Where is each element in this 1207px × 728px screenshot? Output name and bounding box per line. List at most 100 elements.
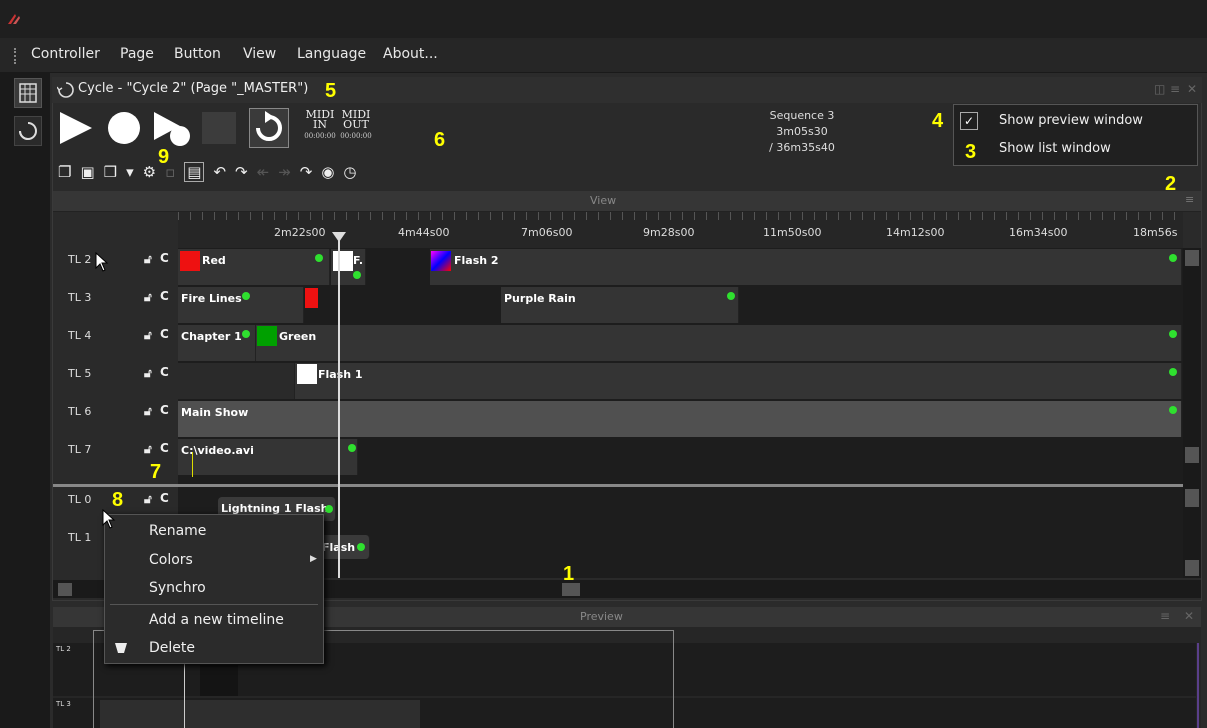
step-forward-icon[interactable]: ↠: [278, 163, 291, 181]
lock-icon[interactable]: 🔓︎: [144, 366, 152, 381]
menu-item-synchro[interactable]: Synchro: [149, 580, 206, 596]
clock-icon[interactable]: ◷: [343, 163, 356, 181]
timeline-label[interactable]: TL 4: [68, 329, 91, 342]
record-button[interactable]: [106, 110, 142, 146]
timeline-label[interactable]: TL 0: [68, 493, 91, 506]
clip-red[interactable]: [178, 249, 330, 285]
timeline-splitter[interactable]: [53, 484, 1183, 487]
paste-special-icon[interactable]: ❒: [104, 163, 117, 181]
lock-icon[interactable]: 🔓︎: [144, 442, 152, 457]
menu-icon[interactable]: ≡: [1170, 82, 1180, 96]
playhead-handle-icon[interactable]: [332, 232, 346, 244]
c-icon[interactable]: C: [160, 327, 169, 341]
preview-menu-icon[interactable]: ≡: [1160, 609, 1170, 623]
show-list-label[interactable]: Show list window: [999, 141, 1111, 156]
menu-item-rename[interactable]: Rename: [149, 523, 206, 539]
grid-view-button[interactable]: [14, 78, 42, 108]
lock-icon[interactable]: 🔓︎: [144, 252, 152, 267]
timeline-label[interactable]: TL 2: [68, 253, 91, 266]
cycle-view-button[interactable]: [14, 116, 42, 146]
app-logo-icon: [8, 14, 20, 24]
restore-icon[interactable]: ◫: [1154, 82, 1165, 96]
timeline-label[interactable]: TL 3: [68, 291, 91, 304]
preview-title: Preview: [580, 610, 623, 623]
timeline-label[interactable]: TL 5: [68, 367, 91, 380]
sequence-elapsed: 3m05s30: [776, 125, 828, 138]
playhead[interactable]: [338, 240, 340, 578]
midi-out-text: MIDI OUT: [341, 108, 371, 131]
menu-item-colors[interactable]: Colors: [149, 552, 193, 568]
menu-language[interactable]: Language: [297, 46, 366, 62]
timeline-label[interactable]: TL 7: [68, 443, 91, 456]
menu-item-delete[interactable]: Delete: [149, 640, 195, 656]
preview-close-icon[interactable]: ✕: [1184, 609, 1194, 623]
preview-checkbox[interactable]: ✓: [960, 112, 978, 130]
play-record-button[interactable]: [152, 110, 192, 146]
ruler-tick: 11m50s00: [763, 226, 822, 239]
gear-icon[interactable]: ⚙: [143, 163, 156, 181]
menu-view[interactable]: View: [243, 46, 276, 62]
context-menu: [104, 514, 324, 664]
grid-icon: [19, 83, 37, 103]
clip-main-show[interactable]: [178, 401, 1182, 437]
midi-in-time: 00:00:00: [304, 132, 336, 140]
paste-icon[interactable]: ▣: [80, 163, 94, 181]
scroll-thumb[interactable]: [1185, 447, 1199, 463]
preview-row-label: TL 3: [56, 700, 71, 708]
hscroll-left-thumb[interactable]: [58, 583, 72, 596]
red-swatch: [180, 251, 200, 271]
scroll-thumb[interactable]: [1185, 250, 1199, 266]
c-icon[interactable]: C: [160, 289, 169, 303]
step-back-icon[interactable]: ↞: [257, 163, 270, 181]
ruler-tick: 4m44s00: [398, 226, 450, 239]
view-menu-icon[interactable]: ≡: [1185, 193, 1194, 206]
midi-out-time: 00:00:00: [340, 132, 372, 140]
lock-icon[interactable]: 🔓︎: [144, 492, 152, 507]
status-dot: [325, 505, 333, 513]
scroll-thumb[interactable]: [1185, 560, 1199, 576]
preview-row-label: TL 2: [56, 645, 71, 653]
clip-flash-1[interactable]: [295, 363, 1182, 399]
c-icon[interactable]: C: [160, 491, 169, 505]
loop-button[interactable]: [249, 108, 289, 148]
status-dot: [315, 254, 323, 262]
record-sync-icon[interactable]: ◉: [321, 163, 334, 181]
clip-label: Main Show: [181, 406, 249, 419]
undo-icon[interactable]: ↶: [213, 163, 226, 181]
clip-green[interactable]: [256, 325, 1182, 361]
redo-icon[interactable]: ↷: [235, 163, 248, 181]
timeline-label[interactable]: TL 6: [68, 405, 91, 418]
play-button[interactable]: [58, 110, 96, 146]
stop-button[interactable]: [202, 112, 236, 144]
c-icon[interactable]: C: [160, 441, 169, 455]
delete-icon[interactable]: ▾: [126, 163, 134, 181]
scroll-thumb[interactable]: [1185, 489, 1199, 507]
mouse-cursor-icon: [95, 252, 109, 272]
timeline-label[interactable]: TL 1: [68, 531, 91, 544]
copy-icon[interactable]: ❐: [58, 163, 71, 181]
callout-4: 4: [932, 110, 944, 132]
c-icon[interactable]: C: [160, 365, 169, 379]
lock-icon[interactable]: 🔓︎: [144, 290, 152, 305]
clip-flash-2[interactable]: [430, 249, 1182, 285]
menu-grip: [14, 48, 18, 64]
jump-icon[interactable]: ↷: [300, 163, 313, 181]
show-preview-label[interactable]: Show preview window: [999, 113, 1143, 128]
cycle-small-icon: [57, 82, 74, 98]
status-dot: [727, 292, 735, 300]
callout-9: 9: [158, 146, 170, 168]
close-icon[interactable]: ✕: [1187, 82, 1197, 96]
c-icon[interactable]: C: [160, 403, 169, 417]
lock-icon[interactable]: 🔓︎: [144, 328, 152, 343]
submenu-arrow-icon: ▶: [310, 554, 317, 564]
menu-about[interactable]: About...: [383, 46, 438, 62]
menu-controller[interactable]: Controller: [31, 46, 100, 62]
c-icon[interactable]: C: [160, 251, 169, 265]
save-as-icon[interactable]: ▤: [184, 162, 205, 182]
menu-item-add-timeline[interactable]: Add a new timeline: [149, 612, 284, 628]
menu-page[interactable]: Page: [120, 46, 154, 62]
vertical-scrollbar[interactable]: [1183, 248, 1201, 578]
midi-in-text: MIDI IN: [305, 108, 335, 131]
menu-button[interactable]: Button: [174, 46, 221, 62]
lock-icon[interactable]: 🔓︎: [144, 404, 152, 419]
